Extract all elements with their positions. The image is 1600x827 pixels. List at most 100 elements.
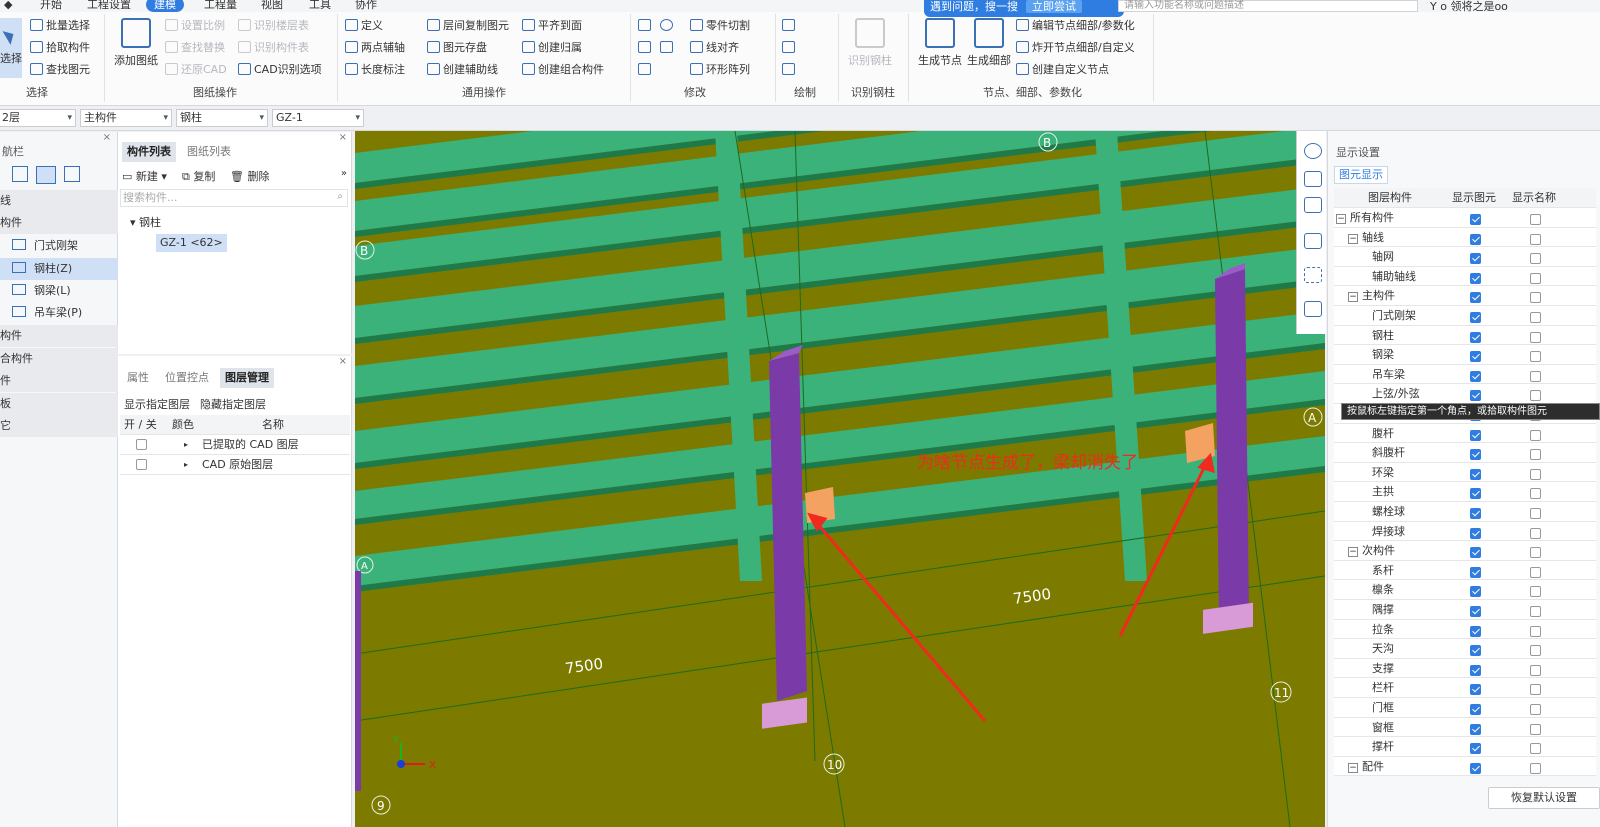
- mirror-tool-button[interactable]: [660, 38, 676, 58]
- show-name-checkbox[interactable]: [1530, 351, 1541, 363]
- show-name-checkbox[interactable]: [1530, 253, 1541, 265]
- display-row[interactable]: − 主构件: [1334, 286, 1596, 306]
- move-tool-button[interactable]: [638, 60, 654, 80]
- show-element-checkbox[interactable]: [1470, 606, 1481, 617]
- show-name-checkbox[interactable]: [1530, 547, 1541, 559]
- steel-column-edge[interactable]: [355, 571, 361, 791]
- cad-options-button[interactable]: CAD识别选项: [238, 60, 322, 80]
- show-element-checkbox[interactable]: [1470, 488, 1481, 500]
- nav-item[interactable]: 门式刚架: [0, 235, 118, 257]
- tab-properties[interactable]: 属性: [122, 368, 154, 388]
- tab-tools[interactable]: 工具: [309, 0, 331, 12]
- nav-item[interactable]: 构件: [0, 325, 118, 347]
- display-row[interactable]: − 配件: [1334, 756, 1596, 777]
- component-search-input[interactable]: 搜索构件...: [120, 189, 348, 207]
- show-element-checkbox[interactable]: [1470, 312, 1481, 323]
- display-row[interactable]: 系杆: [1334, 560, 1596, 581]
- close-icon[interactable]: ×: [339, 132, 347, 143]
- display-row[interactable]: − 次构件: [1334, 541, 1596, 561]
- tab-view[interactable]: 视图: [261, 0, 283, 12]
- app-icon[interactable]: ◆: [4, 0, 12, 12]
- identify-component-table-button[interactable]: 识别构件表: [238, 38, 309, 58]
- display-row[interactable]: 环梁: [1334, 462, 1596, 483]
- show-name-checkbox[interactable]: [1530, 704, 1541, 715]
- show-element-checkbox[interactable]: [1470, 645, 1481, 657]
- fit-view-icon[interactable]: [1304, 267, 1322, 283]
- show-name-checkbox[interactable]: [1530, 312, 1541, 323]
- create-aux-line-button[interactable]: 创建辅助线: [427, 60, 498, 80]
- more-icon[interactable]: »: [341, 168, 347, 179]
- show-element-checkbox[interactable]: [1470, 292, 1481, 304]
- 3d-view-icon[interactable]: [1304, 197, 1322, 213]
- nav-item[interactable]: 构件: [0, 212, 118, 234]
- display-row[interactable]: 螺栓球: [1334, 502, 1596, 522]
- nav-item[interactable]: 钢梁(L): [0, 280, 118, 302]
- layer-row[interactable]: ▸ CAD 原始图层: [120, 455, 350, 475]
- tab-element-display[interactable]: 图元显示: [1334, 166, 1388, 184]
- show-name-checkbox[interactable]: [1530, 527, 1541, 539]
- rotate-tool-button[interactable]: [660, 16, 676, 36]
- display-settings-icon[interactable]: [1304, 301, 1322, 317]
- rect-draw-button[interactable]: [782, 60, 798, 80]
- expand-icon[interactable]: ▸: [184, 435, 188, 454]
- nav-item[interactable]: 吊车梁(P): [0, 302, 118, 324]
- nav-item[interactable]: 线: [0, 190, 118, 212]
- find-replace-button[interactable]: 查找替换: [165, 38, 225, 58]
- component-select[interactable]: GZ-1: [272, 109, 364, 127]
- line-draw-button[interactable]: [782, 38, 798, 58]
- display-row[interactable]: 辅助轴线: [1334, 266, 1596, 287]
- tab-control-points[interactable]: 位置控点: [160, 368, 214, 388]
- restore-defaults-button[interactable]: 恢复默认设置: [1488, 787, 1600, 809]
- explode-node-button[interactable]: 炸开节点细部/自定义: [1016, 38, 1135, 58]
- add-drawing-button[interactable]: 添加图纸: [112, 18, 160, 68]
- nav-item[interactable]: 它: [0, 415, 118, 437]
- copy-component-button[interactable]: ⧉ 复制: [182, 168, 215, 184]
- grid-view-icon[interactable]: [12, 166, 28, 182]
- identify-floor-table-button[interactable]: 识别楼层表: [238, 16, 309, 36]
- show-element-checkbox[interactable]: [1470, 272, 1481, 284]
- show-element-checkbox[interactable]: [1470, 684, 1481, 696]
- create-combo-button[interactable]: 创建组合构件: [522, 60, 604, 80]
- tab-modeling[interactable]: 建模: [146, 0, 184, 12]
- close-icon[interactable]: ×: [103, 132, 111, 143]
- show-element-checkbox[interactable]: [1470, 429, 1481, 441]
- collapse-icon[interactable]: −: [1348, 762, 1358, 773]
- show-name-checkbox[interactable]: [1530, 606, 1541, 617]
- restore-cad-button[interactable]: 还原CAD: [165, 60, 227, 80]
- show-name-checkbox[interactable]: [1530, 508, 1541, 519]
- length-dim-button[interactable]: 长度标注: [345, 60, 405, 80]
- collapse-icon[interactable]: −: [1348, 547, 1358, 558]
- function-search-input[interactable]: 请输入功能名称或问题描述: [1118, 0, 1418, 12]
- line-align-button[interactable]: 线对齐: [690, 38, 739, 58]
- display-row[interactable]: 上弦/外弦: [1334, 384, 1596, 404]
- generate-node-button[interactable]: 生成节点: [916, 18, 964, 68]
- delete-component-button[interactable]: 🗑 删除: [230, 168, 269, 184]
- display-row[interactable]: 窗框: [1334, 717, 1596, 738]
- show-element-checkbox[interactable]: [1470, 566, 1481, 578]
- show-name-checkbox[interactable]: [1530, 292, 1541, 304]
- hide-layer-button[interactable]: 隐藏指定图层: [200, 396, 266, 412]
- edit-node-detail-button[interactable]: 编辑节点细部/参数化: [1016, 16, 1135, 36]
- new-component-button[interactable]: ▭ 新建 ▾: [122, 168, 167, 184]
- tab-project-settings[interactable]: 工程设置: [87, 0, 131, 12]
- show-name-checkbox[interactable]: [1530, 370, 1541, 382]
- show-element-checkbox[interactable]: [1470, 704, 1481, 715]
- display-row[interactable]: 腹杆: [1334, 423, 1596, 444]
- show-name-checkbox[interactable]: [1530, 233, 1541, 245]
- close-icon[interactable]: ×: [339, 356, 347, 367]
- display-row[interactable]: 焊接球: [1334, 521, 1596, 542]
- copy-tool-button[interactable]: [638, 38, 654, 58]
- try-now-button[interactable]: 立即尝试: [1026, 0, 1082, 13]
- define-button[interactable]: 定义: [345, 16, 383, 36]
- display-row[interactable]: − 所有构件: [1334, 208, 1596, 228]
- show-name-checkbox[interactable]: [1530, 762, 1541, 774]
- show-name-checkbox[interactable]: [1530, 468, 1541, 480]
- show-element-checkbox[interactable]: [1470, 547, 1481, 559]
- align-to-surface-button[interactable]: 平齐到面: [522, 16, 582, 36]
- tab-layer-management[interactable]: 图层管理: [220, 368, 274, 388]
- subtype-select[interactable]: 钢柱: [176, 109, 268, 127]
- show-element-checkbox[interactable]: [1470, 233, 1481, 245]
- delete-tool-button[interactable]: [638, 16, 654, 36]
- show-element-checkbox[interactable]: [1470, 762, 1481, 774]
- modify-group-label[interactable]: 修改: [684, 84, 706, 100]
